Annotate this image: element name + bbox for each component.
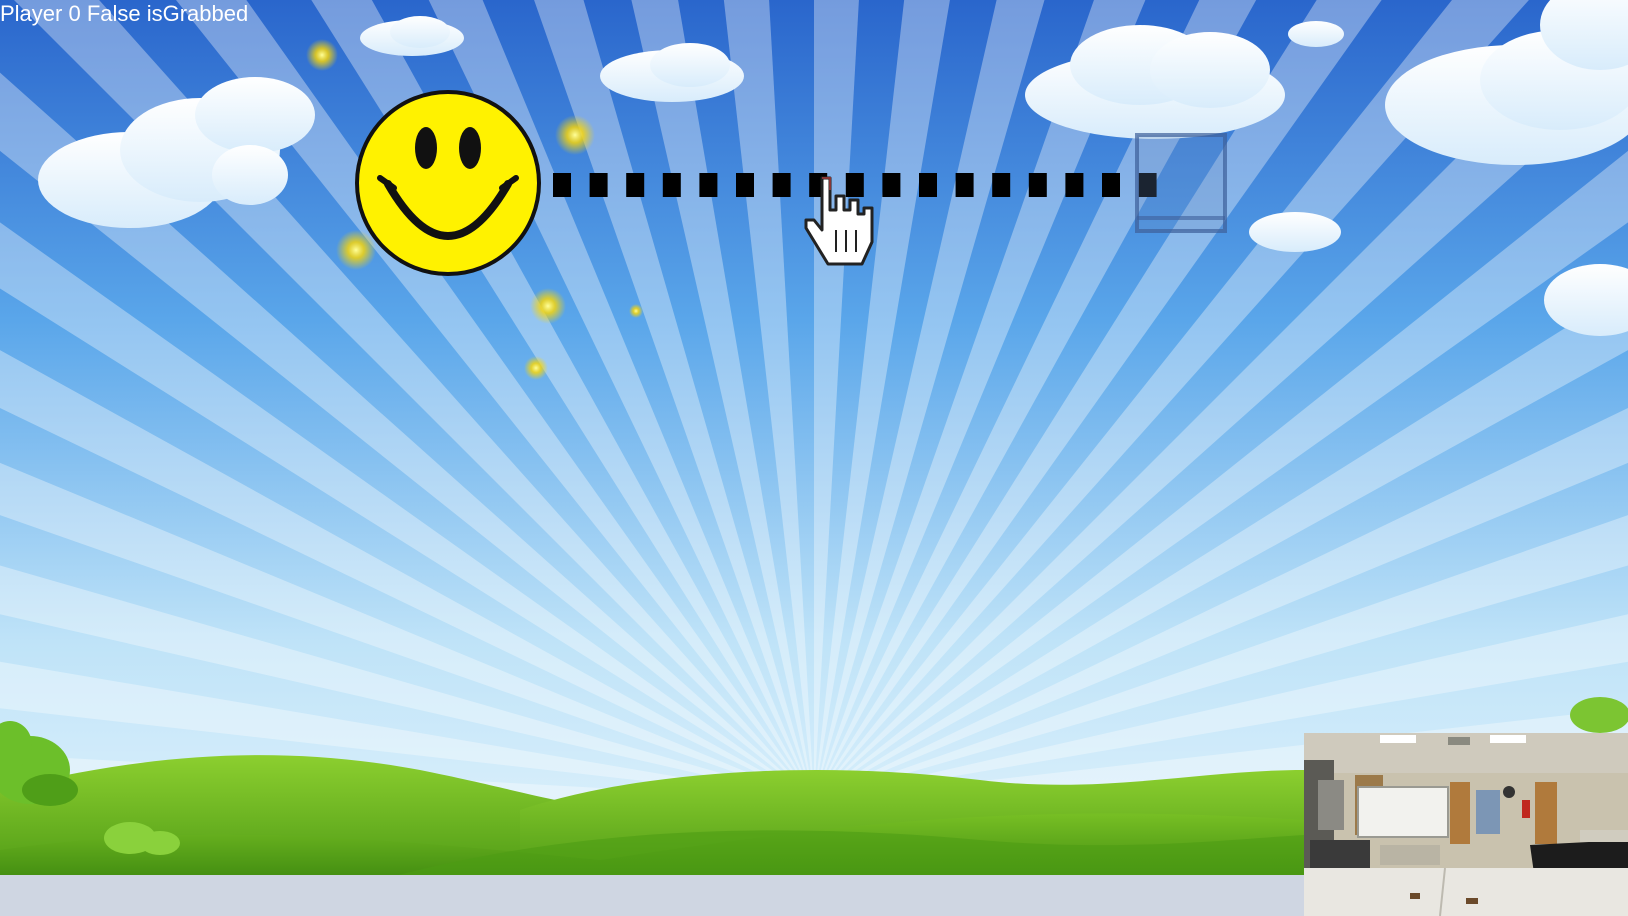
dash-segment [845,173,864,197]
debug-status-text: Player 0 False isGrabbed [0,1,249,26]
smiley-left-eye [415,127,437,169]
dash-segment [882,173,901,197]
dash-segment [955,173,974,197]
webcam-feed [1304,733,1628,916]
dash-segment [1028,173,1047,197]
dash-segment [772,173,791,197]
dash-segment [589,173,608,197]
dash-segment [992,173,1011,197]
smiley-face-icon[interactable] [355,90,541,276]
cloud [1249,212,1341,252]
dash-segment [1102,173,1120,197]
dash-segment [553,173,571,197]
square-target-icon[interactable] [1135,133,1227,233]
dash-segment [662,173,681,197]
ground-strip [0,875,1304,916]
dash-segment [1065,173,1084,197]
dash-segment [699,173,718,197]
dash-segment [919,173,937,197]
game-canvas[interactable] [0,0,1628,916]
dashed-connector-line [553,173,1157,197]
dash-segment [736,173,754,197]
bush [1570,697,1628,733]
smiley-right-eye [459,127,481,169]
dash-segment [626,173,645,197]
cloud [1288,21,1344,47]
